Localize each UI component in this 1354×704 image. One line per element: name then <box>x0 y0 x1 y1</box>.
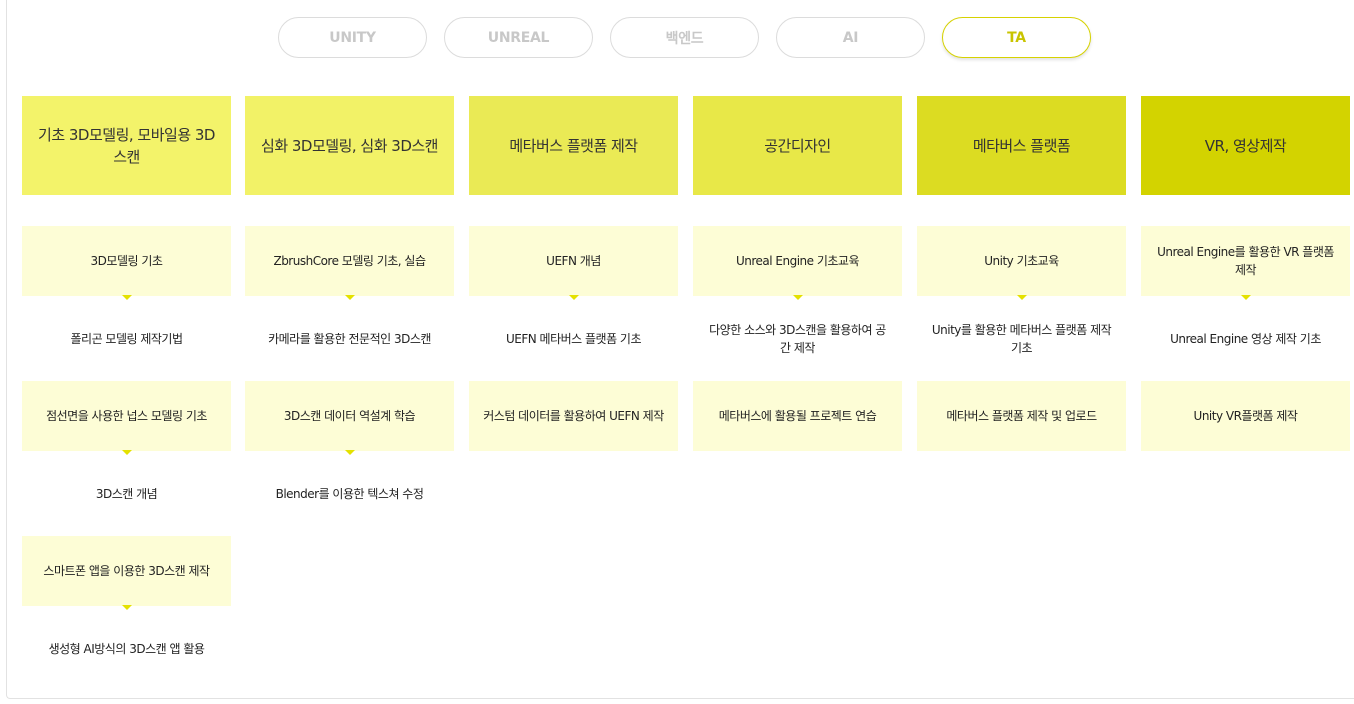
step-list: Unreal Engine 기초교육다양한 소스와 3D스캔을 활용하여 공간 … <box>693 226 902 451</box>
step-box: 커스텀 데이터를 활용하여 UEFN 제작 <box>469 381 678 451</box>
step-item: Unreal Engine 영상 제작 기초 <box>1170 331 1321 346</box>
step-box: ZbrushCore 모델링 기초, 실습 <box>245 226 454 300</box>
column-header: 기초 3D모델링, 모바일용 3D스캔 <box>22 96 231 195</box>
step-box: Unreal Engine 기초교육 <box>693 226 902 300</box>
column-header: 메타버스 플랫폼 <box>917 96 1126 195</box>
curriculum-column: 심화 3D모델링, 심화 3D스캔 ZbrushCore 모델링 기초, 실습카메… <box>245 96 454 536</box>
step-item: Blender를 이용한 텍스쳐 수정 <box>275 486 424 501</box>
curriculum-column: VR, 영상제작 Unreal Engine를 활용한 VR 플랫폼 제작 Unre… <box>1141 96 1350 451</box>
step-box: 메타버스 플랫폼 제작 및 업로드 <box>917 381 1126 451</box>
curriculum-column: 공간디자인 Unreal Engine 기초교육다양한 소스와 3D스캔을 활용하… <box>693 96 902 451</box>
step-list: Unity 기초교육 Unity를 활용한 메타버스 플랫폼 제작 기초메타버스 … <box>917 226 1126 451</box>
step-box: Unreal Engine를 활용한 VR 플랫폼 제작 <box>1141 226 1350 300</box>
step-list: Unreal Engine를 활용한 VR 플랫폼 제작 Unreal Engin… <box>1141 226 1350 451</box>
step-item: UEFN 메타버스 플랫폼 기초 <box>505 331 642 346</box>
step-list: 3D모델링 기초폴리곤 모델링 제작기법점선면을 사용한 넙스 모델링 기초 3D… <box>22 226 231 691</box>
step-box: 점선면을 사용한 넙스 모델링 기초 <box>22 381 231 455</box>
step-box: 스마트폰 앱을 이용한 3D스캔 제작 <box>22 536 231 610</box>
tab-unreal[interactable]: UNREAL <box>444 17 593 58</box>
step-box: 3D모델링 기초 <box>22 226 231 300</box>
step-item: 카메라를 활용한 전문적인 3D스캔 <box>268 331 431 346</box>
step-box: Unity VR플랫폼 제작 <box>1141 381 1350 451</box>
column-header: 공간디자인 <box>693 96 902 195</box>
column-header: VR, 영상제작 <box>1141 96 1350 195</box>
step-box: 메타버스에 활용될 프로젝트 연습 <box>693 381 902 451</box>
step-item: 생성형 AI방식의 3D스캔 앱 활용 <box>48 641 205 656</box>
column-header: 메타버스 플랫폼 제작 <box>469 96 678 195</box>
curriculum-column: 메타버스 플랫폼 Unity 기초교육 Unity를 활용한 메타버스 플랫폼 제작… <box>917 96 1126 451</box>
column-header: 심화 3D모델링, 심화 3D스캔 <box>245 96 454 195</box>
step-item: 다양한 소스와 3D스캔을 활용하여 공간 제작 <box>709 322 886 355</box>
step-list: ZbrushCore 모델링 기초, 실습카메라를 활용한 전문적인 3D스캔 3… <box>245 226 454 536</box>
tab-backend[interactable]: 백엔드 <box>610 17 759 58</box>
curriculum-column: 기초 3D모델링, 모바일용 3D스캔 3D모델링 기초폴리곤 모델링 제작기법점… <box>22 96 231 691</box>
tab-unity[interactable]: UNITY <box>278 17 427 58</box>
step-box: Unity 기초교육 <box>917 226 1126 300</box>
step-box: UEFN 개념 <box>469 226 678 300</box>
step-item: Unity를 활용한 메타버스 플랫폼 제작 기초 <box>931 322 1112 355</box>
curriculum-column: 메타버스 플랫폼 제작 UEFN 개념 UEFN 메타버스 플랫폼 기초커스텀 데이… <box>469 96 678 451</box>
step-list: UEFN 개념 UEFN 메타버스 플랫폼 기초커스텀 데이터를 활용하여 UEF… <box>469 226 678 451</box>
step-box: 3D스캔 데이터 역설계 학습 <box>245 381 454 455</box>
tab-ta[interactable]: TA <box>942 17 1091 58</box>
step-item: 폴리곤 모델링 제작기법 <box>70 331 183 346</box>
tab-ai[interactable]: AI <box>776 17 925 58</box>
step-item: 3D스캔 개념 <box>95 486 158 501</box>
